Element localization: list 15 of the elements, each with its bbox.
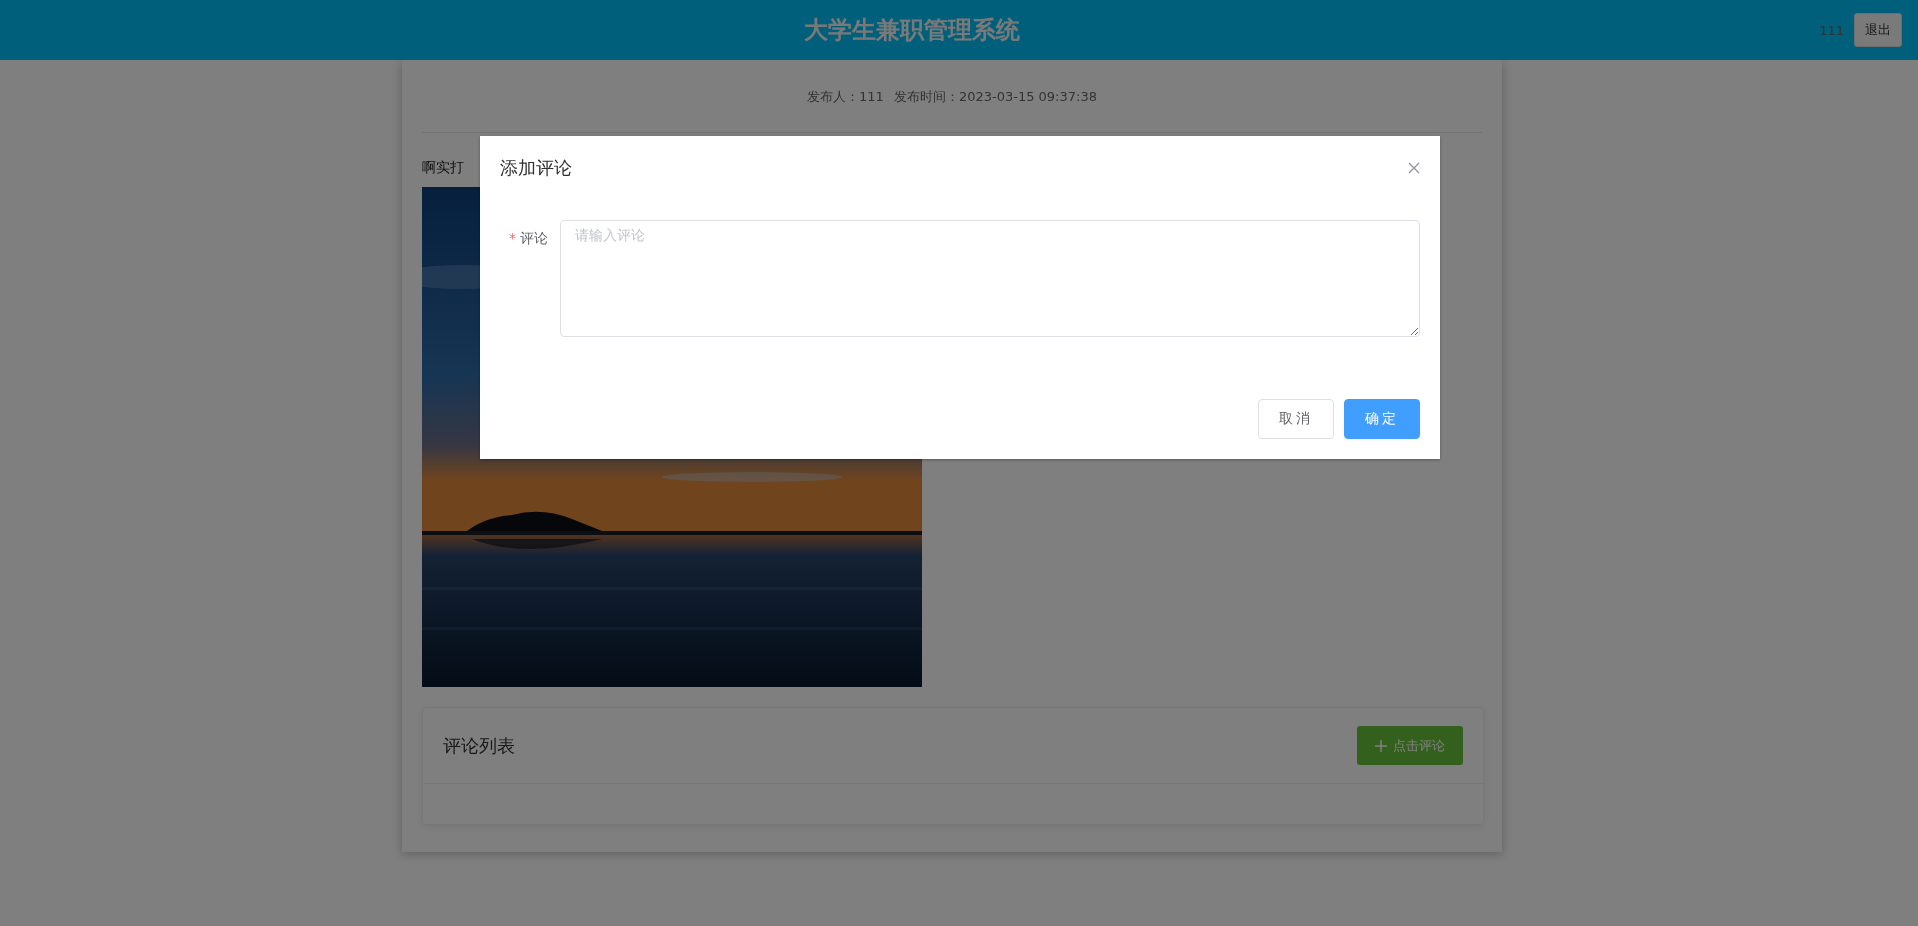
close-icon[interactable] — [1408, 162, 1420, 174]
post-time: 发布时间：2023-03-15 09:37:38 — [893, 88, 1097, 106]
confirm-button[interactable]: 确定 — [1344, 399, 1420, 439]
field-label: 评论 — [520, 230, 548, 248]
dialog-title: 添加评论 — [500, 156, 572, 180]
cancel-button[interactable]: 取消 — [1258, 399, 1334, 439]
logout-button[interactable]: 退出 — [1854, 13, 1902, 47]
post-author: 发布人：111 — [807, 88, 884, 106]
required-mark: * — [509, 230, 516, 248]
comment-input-field[interactable]: 请输入评论 — [560, 220, 1420, 337]
app-title: 大学生兼职管理系统 — [804, 16, 1020, 44]
comments-title: 评论列表 — [443, 733, 515, 758]
plus-icon — [1375, 739, 1387, 752]
username: 111 — [1819, 22, 1844, 38]
post-content: 啊实打 — [422, 159, 464, 177]
